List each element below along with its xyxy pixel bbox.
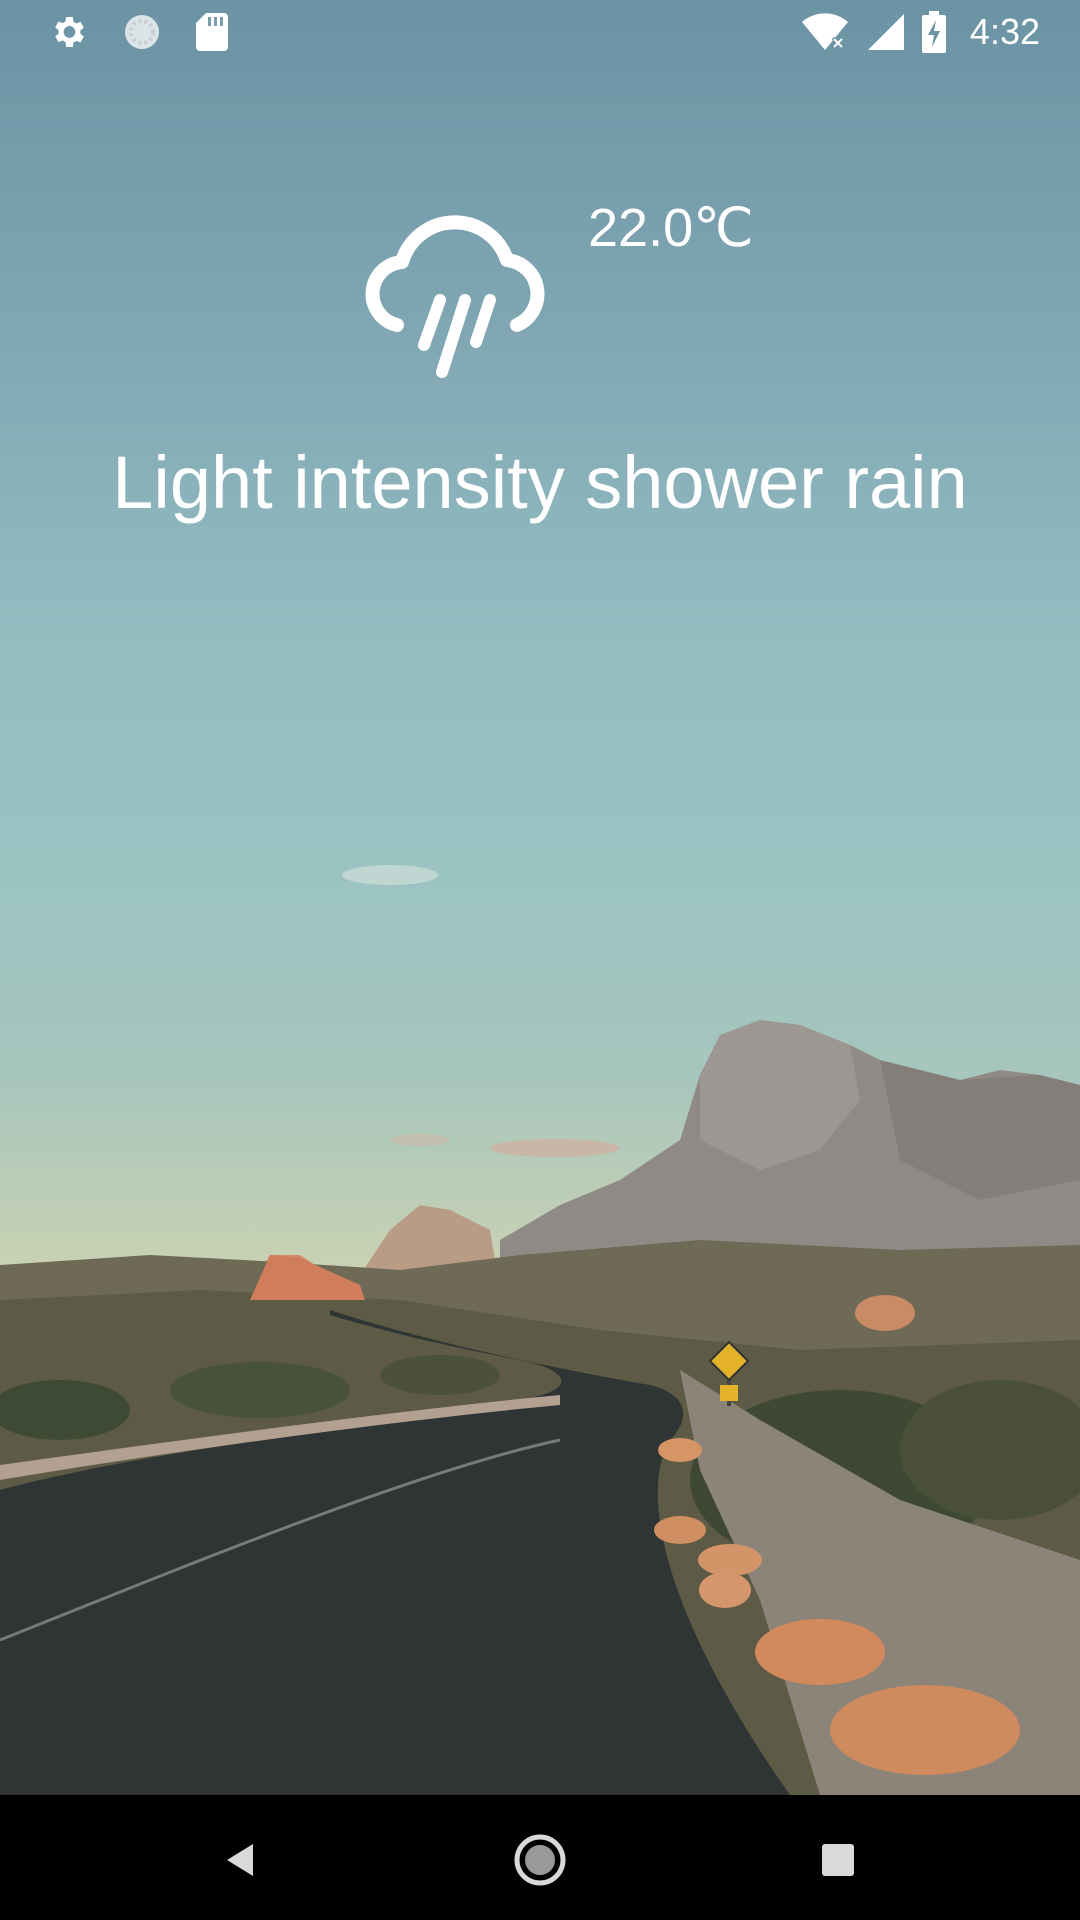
back-button[interactable] (196, 1815, 286, 1905)
wifi-no-internet-icon (800, 12, 850, 52)
cellular-signal-icon (866, 12, 906, 52)
sync-icon (122, 12, 162, 52)
home-icon (514, 1834, 566, 1886)
rain-cloud-icon (362, 200, 552, 390)
status-bar: 4:32 (0, 0, 1080, 64)
gear-icon (48, 12, 88, 52)
weather-description: Light intensity shower rain (112, 441, 968, 524)
weather-screen: 4:32 22.0℃ Light intensity shower rain (0, 0, 1080, 1920)
battery-charging-icon (921, 11, 946, 53)
temperature-value: 22.0℃ (588, 198, 754, 258)
back-icon (227, 1844, 253, 1876)
recents-button[interactable] (793, 1815, 883, 1905)
recents-icon (822, 1844, 854, 1876)
sd-card-icon (196, 13, 228, 51)
navigation-bar (0, 1795, 1080, 1920)
status-clock: 4:32 (969, 11, 1040, 52)
home-button[interactable] (495, 1815, 585, 1905)
